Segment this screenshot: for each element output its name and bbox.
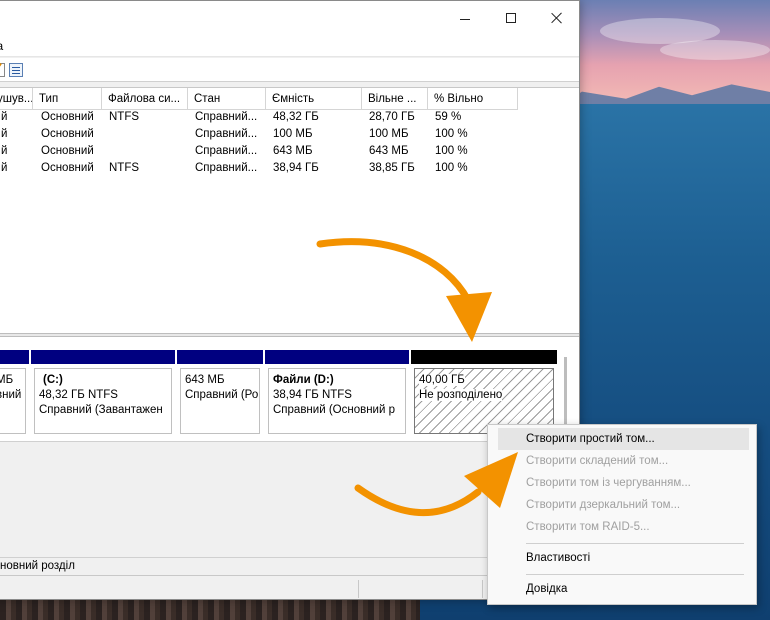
table-cell[interactable]: Основний: [35, 128, 102, 145]
table-cell[interactable]: NTFS: [103, 111, 188, 128]
menu-separator: [526, 574, 744, 575]
table-cell[interactable]: й: [0, 145, 33, 162]
menu-item-create-striped-volume: Створити том із чергуванням...: [526, 477, 691, 489]
table-cell[interactable]: й: [0, 111, 33, 128]
close-icon: [551, 12, 563, 24]
menu-separator: [526, 543, 744, 544]
table-cell[interactable]: 100 %: [429, 128, 518, 145]
column-header[interactable]: Файлова си...: [102, 88, 188, 110]
table-cell[interactable]: 38,94 ГБ: [267, 162, 362, 179]
table-cell[interactable]: 100 %: [429, 145, 518, 162]
partition-size-wrap: 40,00 ГБ: [419, 373, 553, 388]
partition-status: Справний (Завантажен: [39, 404, 163, 416]
partition-size: 48,32 ГБ NTFS: [39, 389, 118, 401]
table-cell[interactable]: Справний...: [189, 145, 266, 162]
table-cell[interactable]: Справний...: [189, 128, 266, 145]
properties-icon[interactable]: [9, 63, 23, 77]
table-cell[interactable]: 643 МБ: [267, 145, 362, 162]
menu-bar: ка: [0, 35, 579, 57]
table-cell[interactable]: 100 %: [429, 162, 518, 179]
partition-body[interactable]: МБ вний: [0, 368, 26, 434]
table-cell[interactable]: Основний: [35, 162, 102, 179]
table-cell[interactable]: 59 %: [429, 111, 518, 128]
partition-status: вний: [0, 389, 22, 401]
maximize-icon: [506, 13, 516, 23]
partition-bar: [265, 350, 409, 364]
partition-bar: [177, 350, 263, 364]
table-cell[interactable]: Основний: [35, 145, 102, 162]
menu-item-create-simple-volume[interactable]: Створити простий том...: [498, 428, 749, 450]
menu-item-create-raid5-volume: Створити том RAID-5...: [526, 521, 650, 533]
legend-primary-partition: новний розділ: [0, 560, 75, 572]
close-button[interactable]: [534, 1, 579, 35]
table-cell[interactable]: Справний...: [189, 162, 266, 179]
partition-bar: [411, 350, 557, 364]
partition-size: 40,00 ГБ: [419, 374, 465, 386]
edit-icon[interactable]: [0, 63, 5, 77]
table-cell[interactable]: 38,85 ГБ: [363, 162, 428, 179]
minimize-button[interactable]: [442, 1, 488, 35]
table-cell[interactable]: [103, 145, 188, 162]
status-separator: [358, 580, 359, 598]
partition-body[interactable]: 643 МБ Справний (Ро: [180, 368, 260, 434]
menu-item-properties[interactable]: Властивості: [498, 547, 749, 569]
table-cell[interactable]: 100 МБ: [267, 128, 362, 145]
partition-bar: [0, 350, 29, 364]
menu-item-help[interactable]: ка: [0, 39, 3, 53]
table-cell[interactable]: Справний...: [189, 111, 266, 128]
table-cell[interactable]: 28,70 ГБ: [363, 111, 428, 128]
partition-bar: [31, 350, 175, 364]
partition-name: Файли (D:): [273, 374, 334, 386]
partition-size: 643 МБ: [185, 374, 225, 386]
table-cell[interactable]: 100 МБ: [363, 128, 428, 145]
column-header[interactable]: Вільне ...: [362, 88, 428, 110]
partition-status-wrap: Не розподілено: [419, 388, 553, 403]
menu-item-help[interactable]: Довідка: [498, 578, 749, 600]
partition-size: МБ: [0, 374, 14, 386]
partition-status: Справний (Основний р: [273, 404, 395, 416]
column-header[interactable]: % Вільно: [428, 88, 518, 110]
vertical-scrollbar[interactable]: [564, 357, 567, 427]
partition-body[interactable]: (C:) 48,32 ГБ NTFS Справний (Завантажен: [34, 368, 172, 434]
partition-d[interactable]: Файли (D:) 38,94 ГБ NTFS Справний (Основ…: [265, 350, 409, 439]
partition-c[interactable]: (C:) 48,32 ГБ NTFS Справний (Завантажен: [31, 350, 175, 439]
partition-name: (C:): [43, 374, 63, 386]
wallpaper-cloud: [660, 40, 770, 60]
toolbar: [0, 58, 579, 82]
column-header[interactable]: ушув...: [0, 88, 33, 110]
table-cell[interactable]: NTFS: [103, 162, 188, 179]
partition-status: Справний (Ро: [185, 389, 259, 401]
column-header[interactable]: Стан: [188, 88, 266, 110]
minimize-icon: [460, 18, 470, 20]
partition-status: Не розподілено: [419, 389, 503, 401]
column-header[interactable]: Тип: [33, 88, 102, 110]
context-menu: Створити простий том... Створити складен…: [487, 424, 757, 605]
column-header[interactable]: Ємність: [266, 88, 362, 110]
status-separator: [482, 580, 483, 598]
table-cell[interactable]: й: [0, 128, 33, 145]
menu-item-create-mirrored-volume: Створити дзеркальний том...: [526, 499, 681, 511]
table-cell[interactable]: й: [0, 162, 33, 179]
partition-recovery[interactable]: МБ вний: [0, 350, 29, 439]
table-cell[interactable]: 643 МБ: [363, 145, 428, 162]
maximize-button[interactable]: [488, 1, 534, 35]
table-cell[interactable]: 48,32 ГБ: [267, 111, 362, 128]
partition-body[interactable]: Файли (D:) 38,94 ГБ NTFS Справний (Основ…: [268, 368, 406, 434]
partition-size: 38,94 ГБ NTFS: [273, 389, 352, 401]
partition-system[interactable]: 643 МБ Справний (Ро: [177, 350, 263, 439]
table-cell[interactable]: Основний: [35, 111, 102, 128]
volume-list: ушув... Тип Файлова си... Стан Ємність В…: [0, 87, 579, 333]
menu-item-create-spanned-volume: Створити складений том...: [526, 455, 669, 467]
title-bar[interactable]: [0, 1, 579, 35]
table-cell[interactable]: [103, 128, 188, 145]
